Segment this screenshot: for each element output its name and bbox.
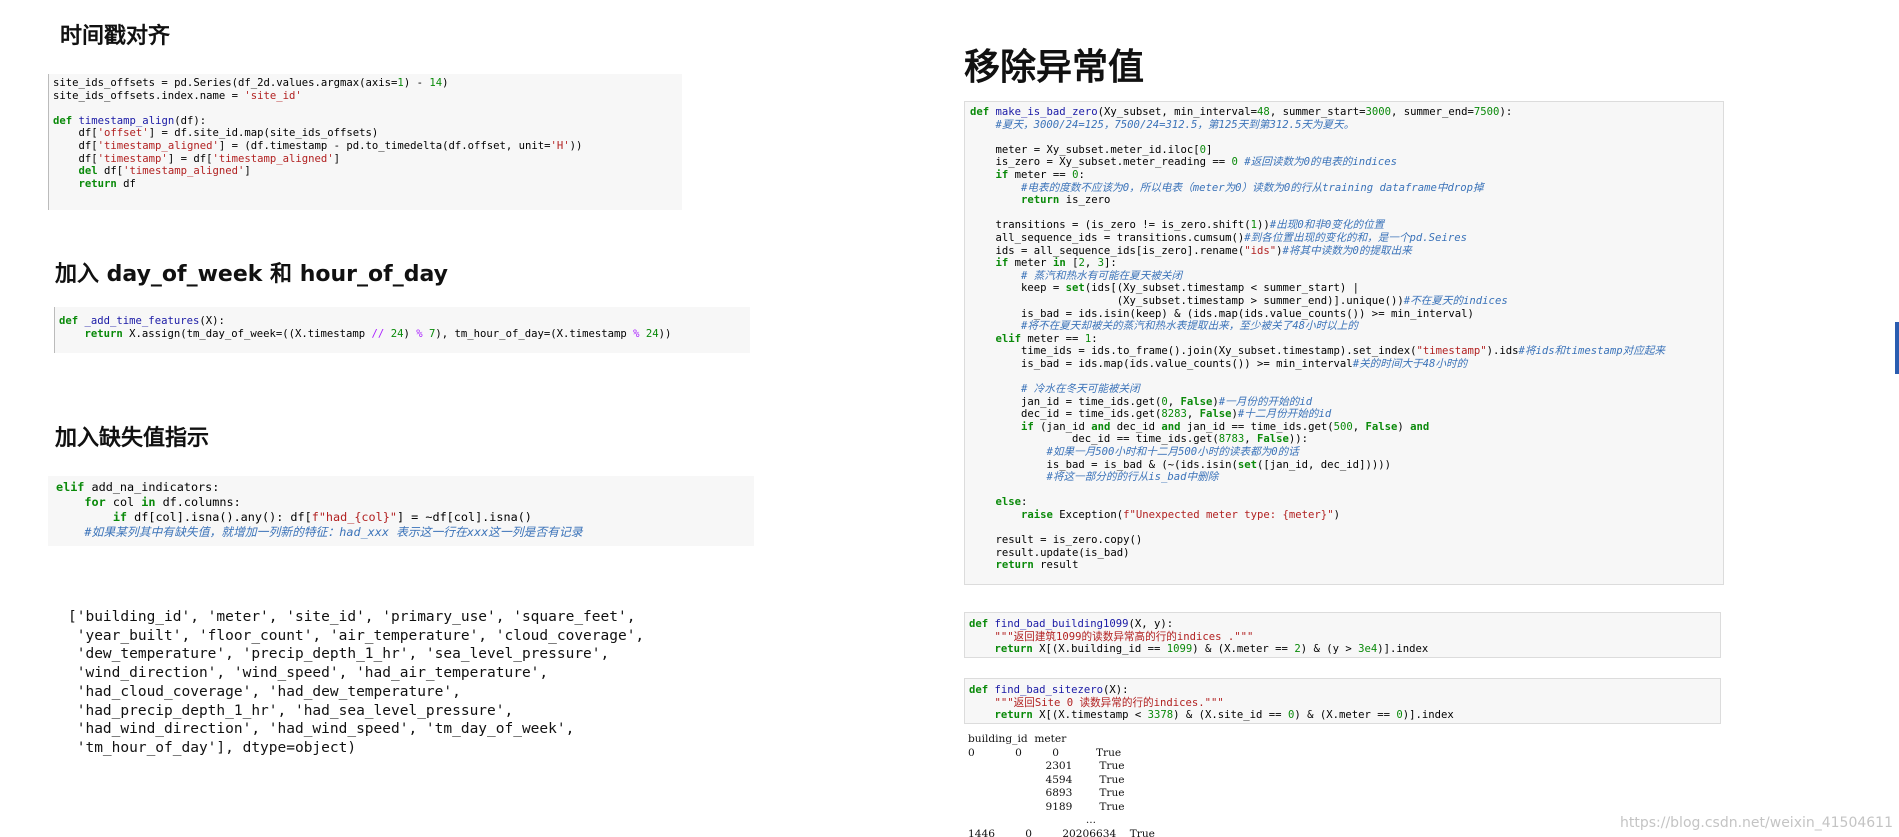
section-title-timestamp-align: 时间戳对齐 [60,24,171,49]
section-title-na-indicators: 加入缺失值指示 [55,426,210,451]
code-block-timestamp-align: site_ids_offsets = pd.Series(df_2d.value… [48,74,682,210]
code-block-find-bad-sitezero: def find_bad_sitezero(X): """返回Site 0 读数… [964,678,1721,724]
section-title-time-features: 加入 day_of_week 和 hour_of_day [55,262,448,287]
scroll-marker [1895,322,1899,374]
code-block-make-is-bad-zero: def make_is_bad_zero(Xy_subset, min_inte… [964,101,1724,585]
section-title-remove-outliers: 移除异常值 [964,47,1145,88]
result-table: building_id meter 0 0 0 True 2301 True 4… [968,733,1155,837]
columns-output: ['building_id', 'meter', 'site_id', 'pri… [68,609,645,756]
code-block-time-features: def _add_time_features(X): return X.assi… [54,307,750,353]
code-block-find-bad-building1099: def find_bad_building1099(X, y): """返回建筑… [964,612,1721,658]
code-block-na-indicators: elif add_na_indicators: for col in df.co… [48,476,754,546]
watermark: https://blog.csdn.net/weixin_41504611 [1619,815,1893,831]
